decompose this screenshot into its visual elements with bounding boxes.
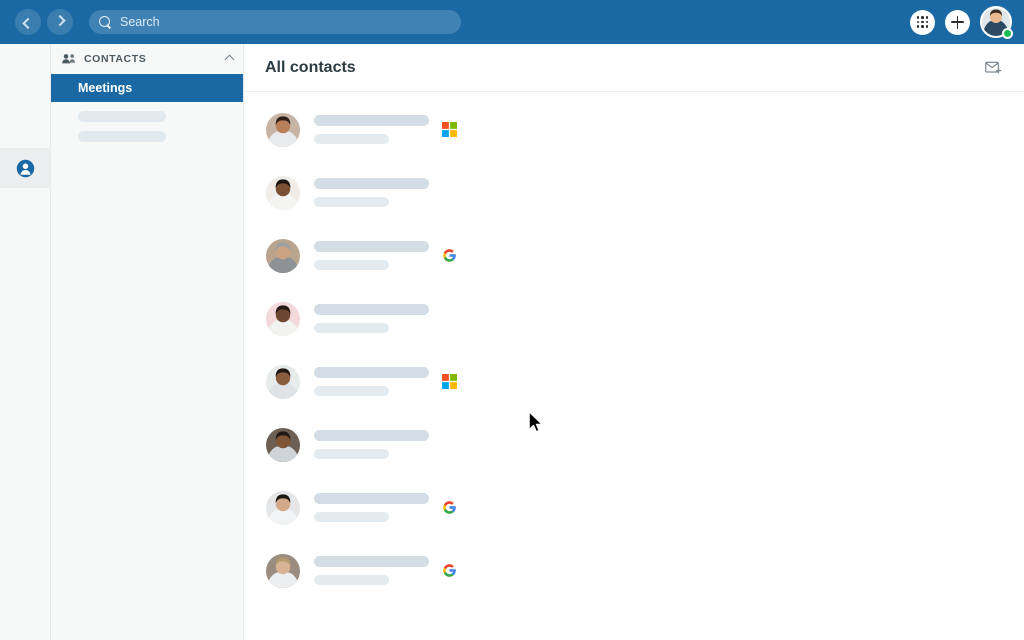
contact-text-placeholders bbox=[314, 430, 429, 459]
forward-button[interactable] bbox=[47, 9, 73, 35]
contacts-person-icon bbox=[16, 159, 35, 177]
contact-name-placeholder bbox=[314, 556, 429, 567]
page-title: All contacts bbox=[265, 58, 356, 76]
chevron-up-icon[interactable] bbox=[224, 54, 235, 64]
contact-detail-placeholder bbox=[314, 575, 389, 585]
presence-indicator-online bbox=[1002, 28, 1013, 39]
new-message-button[interactable] bbox=[980, 55, 1006, 81]
contact-avatar bbox=[266, 364, 300, 399]
search-icon bbox=[99, 15, 112, 29]
contact-detail-placeholder bbox=[314, 386, 389, 396]
sidebar-item-meetings[interactable]: Meetings bbox=[51, 74, 243, 102]
rail-item-contacts[interactable] bbox=[0, 148, 51, 188]
contact-row[interactable] bbox=[245, 350, 1024, 413]
search-placeholder: Search bbox=[120, 15, 160, 29]
search-input[interactable]: Search bbox=[89, 10, 461, 34]
dialpad-button[interactable] bbox=[910, 9, 935, 35]
chevron-left-icon bbox=[22, 17, 34, 30]
contact-detail-placeholder bbox=[314, 323, 389, 333]
content-header: All contacts bbox=[245, 44, 1024, 92]
contact-avatar bbox=[266, 427, 300, 462]
google-logo-icon bbox=[442, 248, 457, 263]
contact-text-placeholders bbox=[314, 178, 429, 207]
contact-name-placeholder bbox=[314, 430, 429, 441]
left-rail bbox=[0, 44, 51, 640]
contact-detail-placeholder bbox=[314, 449, 389, 459]
contact-list bbox=[245, 92, 1024, 602]
contact-avatar bbox=[266, 553, 300, 588]
contact-text-placeholders bbox=[314, 367, 429, 396]
sidebar-section-contacts[interactable]: CONTACTS bbox=[51, 44, 243, 74]
sidebar-section-label: CONTACTS bbox=[84, 53, 147, 65]
sidebar-item-label: Meetings bbox=[78, 81, 133, 95]
top-navigation-bar: Search bbox=[0, 0, 1024, 44]
contact-badge-empty bbox=[442, 311, 457, 326]
microsoft-logo-icon bbox=[442, 122, 457, 137]
contact-name-placeholder bbox=[314, 178, 429, 189]
contact-badge-empty bbox=[442, 437, 457, 452]
contact-badge-empty bbox=[442, 185, 457, 200]
sidebar-item-placeholder[interactable] bbox=[78, 131, 166, 142]
contact-avatar bbox=[266, 238, 300, 273]
contact-row[interactable] bbox=[245, 413, 1024, 476]
contact-text-placeholders bbox=[314, 241, 429, 270]
contact-name-placeholder bbox=[314, 241, 429, 252]
contact-avatar bbox=[266, 175, 300, 210]
sidebar: CONTACTS Meetings bbox=[51, 44, 244, 640]
chevron-right-icon bbox=[54, 14, 66, 27]
contact-avatar bbox=[266, 112, 300, 147]
microsoft-logo-icon bbox=[442, 374, 457, 389]
plus-icon bbox=[951, 15, 964, 29]
contact-name-placeholder bbox=[314, 367, 429, 378]
app-window: Search CONTACTS Meetings All contacts bbox=[0, 0, 1024, 640]
add-button[interactable] bbox=[945, 9, 970, 35]
contact-text-placeholders bbox=[314, 304, 429, 333]
topbar-actions bbox=[910, 0, 1013, 44]
contact-row[interactable] bbox=[245, 476, 1024, 539]
google-logo-icon bbox=[442, 500, 457, 515]
contact-row[interactable] bbox=[245, 539, 1024, 602]
back-button[interactable] bbox=[15, 9, 41, 35]
contact-row[interactable] bbox=[245, 98, 1024, 161]
google-logo-icon bbox=[442, 563, 457, 578]
dialpad-icon bbox=[916, 16, 929, 28]
contact-avatar bbox=[266, 490, 300, 525]
sidebar-item-placeholder[interactable] bbox=[78, 111, 166, 122]
user-profile-button[interactable] bbox=[980, 6, 1013, 39]
contact-row[interactable] bbox=[245, 287, 1024, 350]
contact-text-placeholders bbox=[314, 493, 429, 522]
contact-text-placeholders bbox=[314, 115, 429, 144]
envelope-plus-icon bbox=[984, 61, 1001, 73]
contact-name-placeholder bbox=[314, 304, 429, 315]
contact-row[interactable] bbox=[245, 161, 1024, 224]
contact-detail-placeholder bbox=[314, 197, 389, 207]
contact-name-placeholder bbox=[314, 115, 429, 126]
contact-name-placeholder bbox=[314, 493, 429, 504]
contact-detail-placeholder bbox=[314, 134, 389, 144]
people-icon bbox=[62, 54, 76, 64]
contact-text-placeholders bbox=[314, 556, 429, 585]
contact-avatar bbox=[266, 301, 300, 336]
contact-row[interactable] bbox=[245, 224, 1024, 287]
main-content: All contacts bbox=[245, 44, 1024, 640]
contact-detail-placeholder bbox=[314, 260, 389, 270]
contact-detail-placeholder bbox=[314, 512, 389, 522]
